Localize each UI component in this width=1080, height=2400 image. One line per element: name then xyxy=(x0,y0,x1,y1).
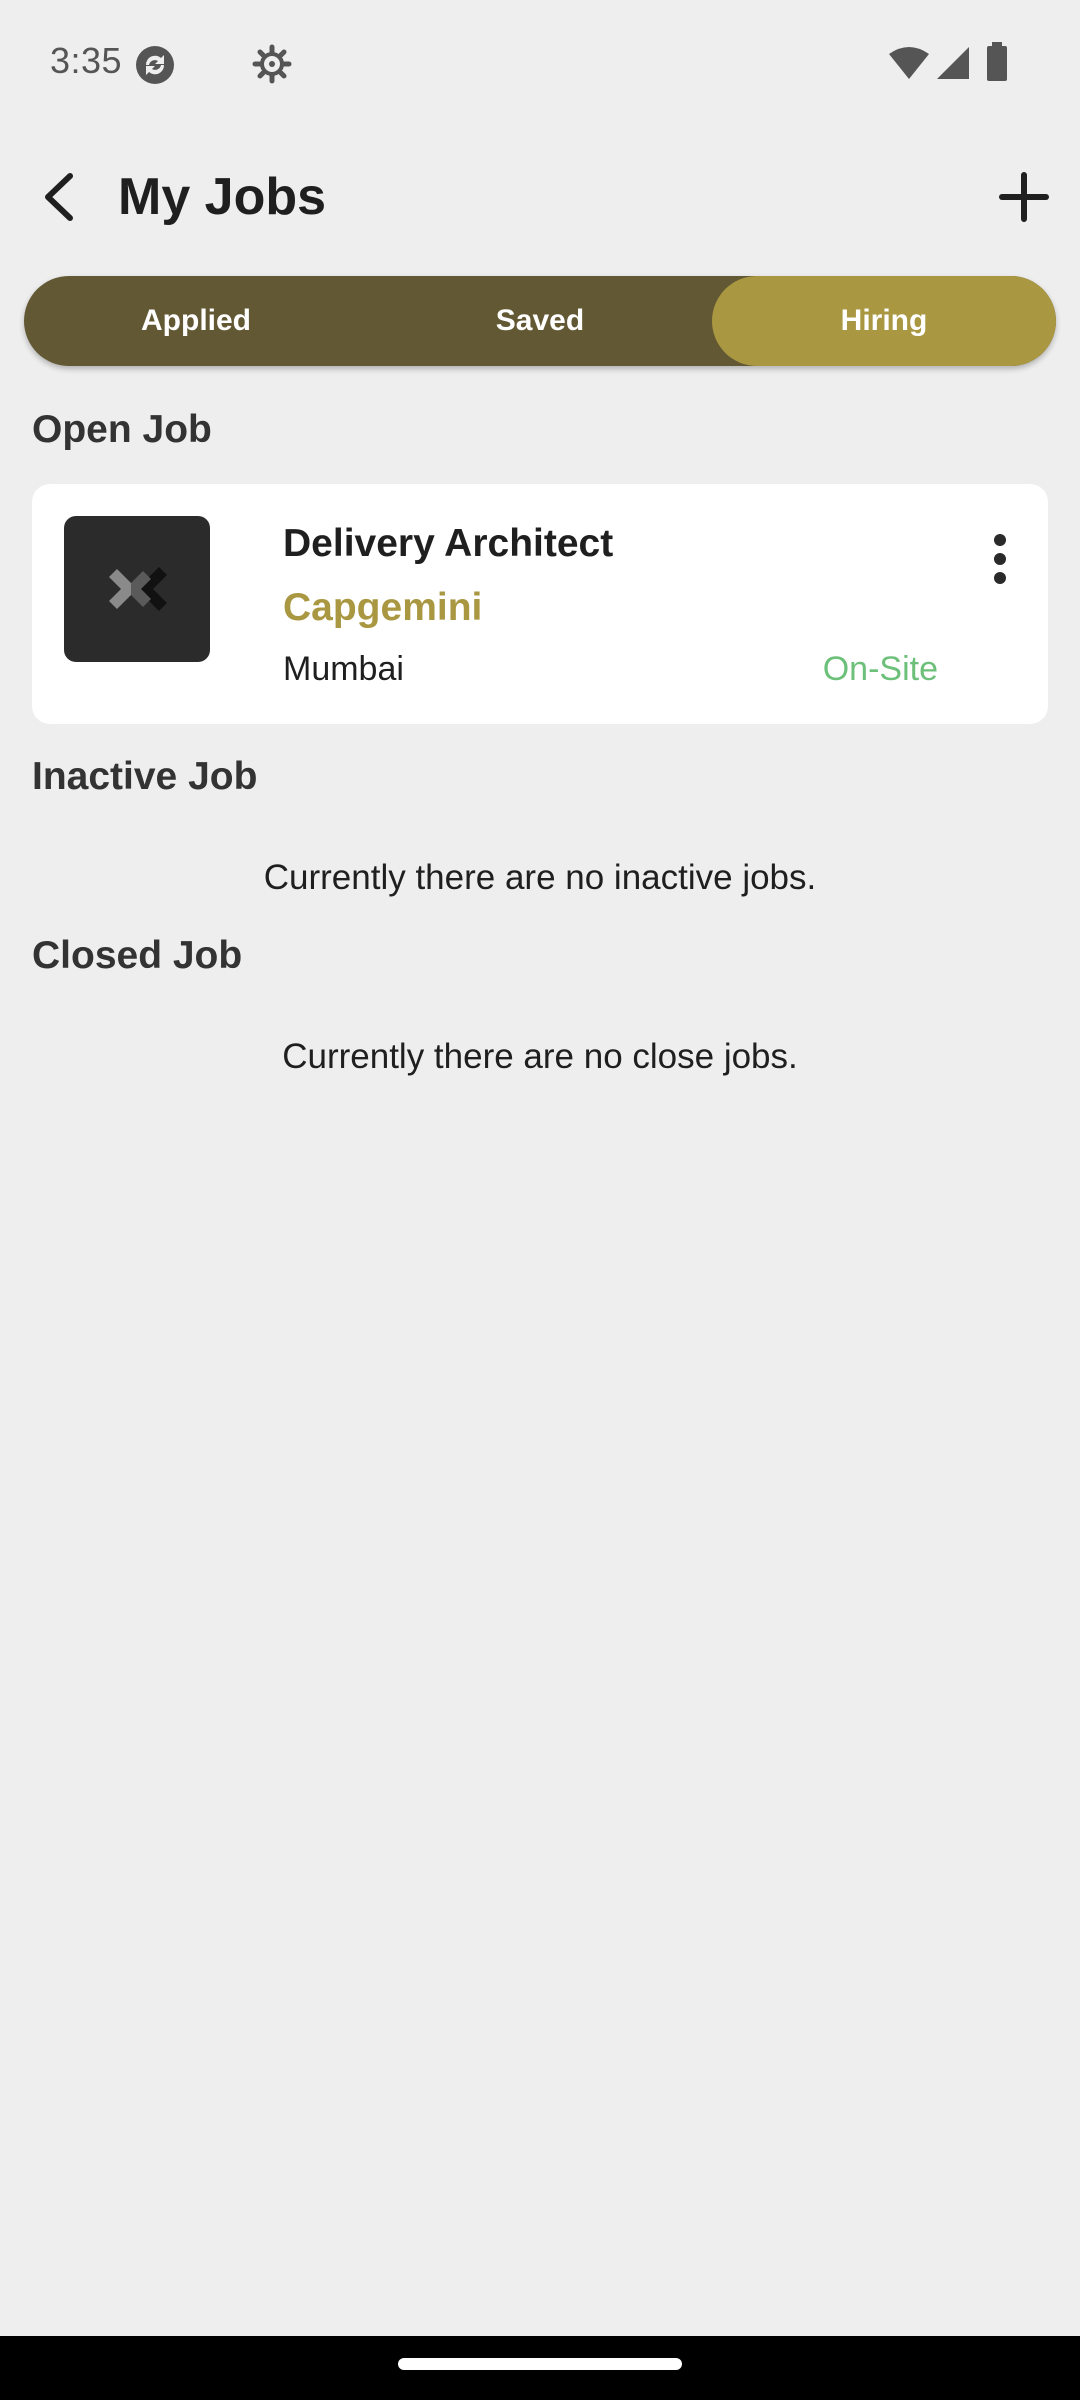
tab-hiring[interactable]: Hiring xyxy=(712,276,1056,366)
job-title: Delivery Architect xyxy=(283,522,614,565)
tab-saved[interactable]: Saved xyxy=(368,276,712,366)
my-jobs-screen: 3:35 My Jobs Applied Saved Hiring Open J… xyxy=(0,0,1080,2400)
inactive-empty-message: Currently there are no inactive jobs. xyxy=(263,858,817,897)
page-title: My Jobs xyxy=(118,168,327,226)
open-job-heading: Open Job xyxy=(32,408,212,451)
wifi-icon xyxy=(888,46,930,85)
add-job-button[interactable] xyxy=(984,157,1064,237)
tab-applied[interactable]: Applied xyxy=(24,276,368,366)
job-location: Mumbai xyxy=(283,650,404,688)
job-card[interactable]: Delivery Architect Capgemini Mumbai On-S… xyxy=(32,484,1048,724)
closed-empty-message: Currently there are no close jobs. xyxy=(282,1037,798,1076)
job-options-button[interactable] xyxy=(970,524,1030,594)
back-arrow-icon xyxy=(45,173,73,221)
battery-icon xyxy=(986,42,1008,87)
navigation-bar xyxy=(0,2336,1080,2400)
company-name: Capgemini xyxy=(283,586,483,629)
job-work-type: On-Site xyxy=(822,650,938,688)
home-indicator[interactable] xyxy=(398,2358,682,2370)
sync-icon xyxy=(134,44,176,91)
settings-icon xyxy=(252,44,292,89)
signal-icon xyxy=(936,46,970,85)
job-tabs: Applied Saved Hiring xyxy=(24,276,1056,366)
closed-job-heading: Closed Job xyxy=(32,934,243,977)
back-button[interactable] xyxy=(18,157,98,237)
app-bar: My Jobs xyxy=(0,145,1080,250)
status-time: 3:35 xyxy=(50,40,123,81)
company-logo xyxy=(64,516,210,662)
status-bar: 3:35 xyxy=(0,0,1080,130)
more-vertical-icon xyxy=(994,534,1006,584)
inactive-job-heading: Inactive Job xyxy=(32,755,258,798)
plus-icon xyxy=(999,172,1049,222)
